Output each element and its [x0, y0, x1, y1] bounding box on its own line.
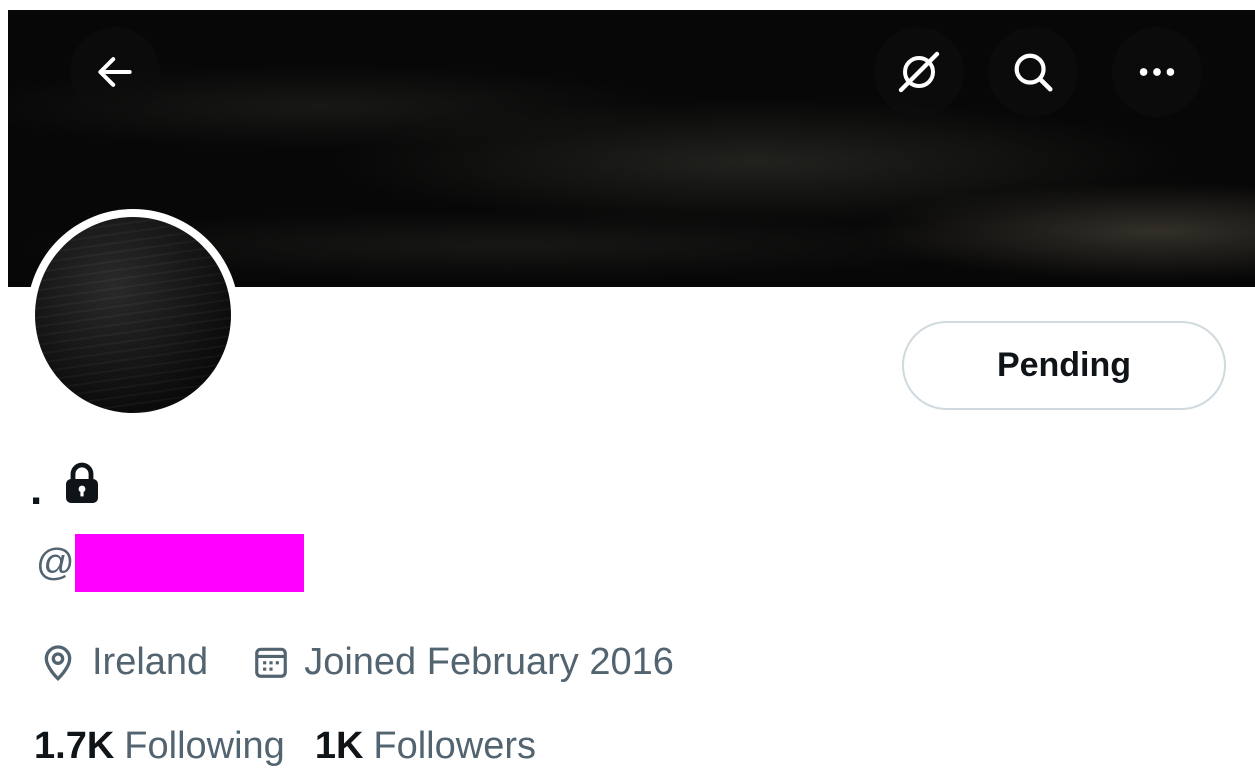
grok-button[interactable] — [874, 27, 964, 117]
follow-stats: 1.7K Following 1K Followers — [34, 722, 536, 770]
profile-meta: Ireland Joined February 2016 — [38, 636, 674, 688]
back-button[interactable] — [70, 27, 160, 117]
following-label: Following — [124, 724, 285, 767]
lock-icon — [66, 462, 99, 503]
calendar-icon — [252, 643, 290, 681]
handle-at-sign: @ — [36, 541, 75, 584]
display-name-text: . — [30, 465, 43, 514]
following-link[interactable]: 1.7K Following — [34, 725, 285, 768]
grok-icon — [898, 51, 940, 93]
followers-label: Followers — [373, 724, 536, 767]
more-icon — [1139, 68, 1175, 76]
followers-count: 1K — [314, 724, 364, 767]
location-pin-icon — [38, 642, 78, 682]
user-handle: @ — [36, 534, 304, 592]
search-icon — [1014, 53, 1053, 92]
joined-date: Joined February 2016 — [304, 640, 674, 683]
search-button[interactable] — [988, 27, 1078, 117]
avatar[interactable] — [35, 217, 231, 413]
display-name: . — [30, 452, 100, 512]
arrow-left-icon — [98, 57, 132, 87]
followers-link[interactable]: 1K Followers — [315, 725, 536, 768]
location-text: Ireland — [92, 640, 209, 683]
following-count: 1.7K — [34, 724, 115, 767]
more-button[interactable] — [1112, 27, 1202, 117]
pending-button[interactable]: Pending — [902, 321, 1226, 410]
handle-redaction — [74, 534, 304, 592]
